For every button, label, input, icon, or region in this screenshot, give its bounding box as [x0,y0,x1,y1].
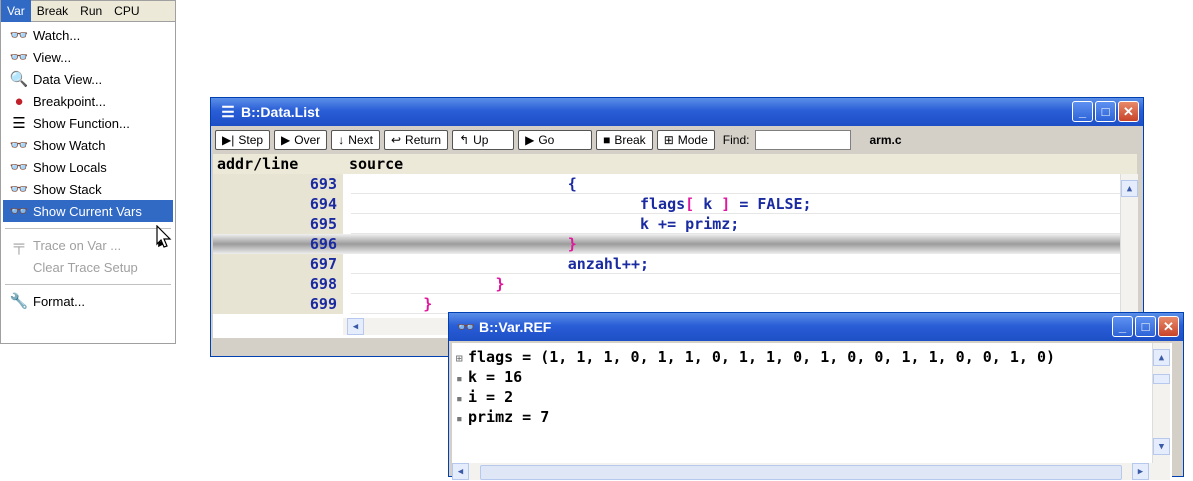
var-ref-window: 👓 B::Var.REF _ □ ✕ ⊞ flags = (1, 1, 1, 0,… [448,312,1184,481]
var-dropdown-menu: 👓 Watch... 👓 View... 🔍 Data View... ● Br… [0,22,176,344]
glasses-icon: 👓 [9,181,29,198]
debug-toolbar: ▶| Step ▶ Over ↓ Next ↩ Return ↰ Up ▶ Go ■ Brea… [215,128,902,152]
glasses-icon: 👓 [9,27,29,44]
glasses-icon: 👓 [9,49,29,66]
step-over-icon: ▶ [281,133,291,147]
menu-run[interactable]: Run [74,0,108,22]
glasses-icon: 👓 [9,159,29,176]
down-arrow-icon: ↓ [338,133,345,147]
scroll-up-icon[interactable]: ▲ [1153,349,1170,366]
step-button[interactable]: ▶| Step [215,130,271,150]
column-header-source[interactable]: source [349,155,403,173]
menu-separator [5,228,171,229]
go-icon: ▶ [525,133,535,147]
column-header-addr-line[interactable]: addr/line [217,155,298,173]
next-button[interactable]: ↓ Next [331,130,380,150]
breakpoint-icon: ● [14,92,24,110]
menu-item-show-function[interactable]: ☰ Show Function... [3,112,173,134]
scroll-up-icon[interactable]: ▲ [1121,180,1138,197]
vertical-scrollbar[interactable]: ▲ [1120,174,1138,314]
step-icon: ▶| [222,133,235,147]
maximize-button[interactable]: □ [1095,101,1116,122]
menu-item-show-current-vars[interactable]: 👓 Show Current Vars [3,200,173,222]
menu-break[interactable]: Break [31,0,74,22]
wrench-icon: 🔧 [9,293,29,310]
source-listing: addr/line source 693 { 694 flags[ k ] = … [213,154,1138,338]
over-button[interactable]: ▶ Over [274,130,328,150]
menu-item-breakpoint[interactable]: ● Breakpoint... [3,90,173,112]
list-row[interactable]: 693 { [213,174,1137,194]
list-row[interactable]: 695 k += primz; [213,214,1137,234]
menubar: Var Break Run CPU [0,0,176,22]
return-icon: ↩ [390,133,402,147]
scroll-thumb[interactable] [480,465,1122,480]
menu-cpu[interactable]: CPU [108,0,145,22]
scroll-thumb[interactable] [1153,374,1170,384]
return-button[interactable]: ↩ Return [383,130,449,150]
bullet-icon: ▪ [456,372,463,385]
minimize-button[interactable]: _ [1112,316,1133,337]
menu-item-clear-trace-setup[interactable]: Clear Trace Setup [3,256,173,278]
variable-row[interactable]: ▪ i = 2 [456,387,513,407]
list-row[interactable]: 694 flags[ k ] = FALSE; [213,194,1137,214]
list-row[interactable]: 698 } [213,274,1137,294]
scroll-right-icon[interactable]: ▶ [1132,463,1149,480]
menu-item-show-stack[interactable]: 👓 Show Stack [3,178,173,200]
menu-item-format[interactable]: 🔧 Format... [3,290,173,312]
data-list-titlebar[interactable]: ☰ B::Data.List _ □ ✕ [211,98,1143,126]
current-line-row[interactable]: 696 } [213,234,1137,254]
maximize-button[interactable]: □ [1135,316,1156,337]
scroll-left-icon[interactable]: ◀ [452,463,469,480]
var-ref-titlebar[interactable]: 👓 B::Var.REF _ □ ✕ [449,313,1183,341]
scroll-down-icon[interactable]: ▼ [1153,438,1170,455]
list-row[interactable]: 697 anzahl++; [213,254,1137,274]
minimize-button[interactable]: _ [1072,101,1093,122]
bullet-icon: ▪ [456,392,463,405]
window-title: B::Data.List [241,104,320,120]
find-input[interactable] [755,130,852,150]
menu-item-trace-on-var[interactable]: ╤ Trace on Var ... ▶ [3,234,173,256]
file-name-label: arm.c [869,133,902,147]
glasses-icon: 👓 [9,203,29,220]
up-arrow-icon: ↰ [459,133,470,147]
break-button[interactable]: ■ Break [596,130,653,150]
list-header: addr/line source [213,154,1137,174]
list-row[interactable]: 699 } [213,294,1137,314]
menu-item-show-locals[interactable]: 👓 Show Locals [3,156,173,178]
expand-icon[interactable]: ⊞ [456,349,468,369]
mode-button[interactable]: ⊞ Mode [656,130,715,150]
find-label: Find: [722,133,750,147]
glasses-icon: 👓 [456,319,476,336]
stop-icon: ■ [603,133,611,147]
horizontal-scrollbar[interactable]: ◀ [343,318,463,335]
up-button[interactable]: ↰ Up [452,130,515,150]
magnifier-icon: 🔍 [9,71,29,88]
variable-row[interactable]: ▪ k = 16 [456,367,522,387]
list-icon: ☰ [12,115,26,132]
go-button[interactable]: ▶ Go [518,130,593,150]
close-button[interactable]: ✕ [1158,316,1179,337]
list-window-icon: ☰ [221,104,235,121]
mode-icon: ⊞ [663,133,674,147]
window-title: B::Var.REF [479,319,552,335]
variable-row[interactable]: ▪ primz = 7 [456,407,549,427]
trace-icon: ╤ [13,236,25,254]
menu-item-data-view[interactable]: 🔍 Data View... [3,68,173,90]
horizontal-scrollbar[interactable]: ◀ ▶ [452,463,1170,480]
menu-var[interactable]: Var [1,0,31,22]
mouse-cursor-icon [156,225,172,248]
scroll-left-icon[interactable]: ◀ [347,318,364,335]
variable-view: ⊞ flags = (1, 1, 1, 0, 1, 1, 0, 1, 1, 0, … [452,343,1172,481]
bullet-icon: ▪ [456,412,463,425]
vertical-scrollbar[interactable]: ▲ ▼ [1152,343,1170,463]
close-button[interactable]: ✕ [1118,101,1139,122]
menu-item-view[interactable]: 👓 View... [3,46,173,68]
menu-item-show-watch[interactable]: 👓 Show Watch [3,134,173,156]
glasses-icon: 👓 [9,137,29,154]
variable-row[interactable]: ⊞ flags = (1, 1, 1, 0, 1, 1, 0, 1, 1, 0, … [456,347,1055,367]
menu-item-watch[interactable]: 👓 Watch... [3,24,173,46]
menu-separator [5,284,171,285]
